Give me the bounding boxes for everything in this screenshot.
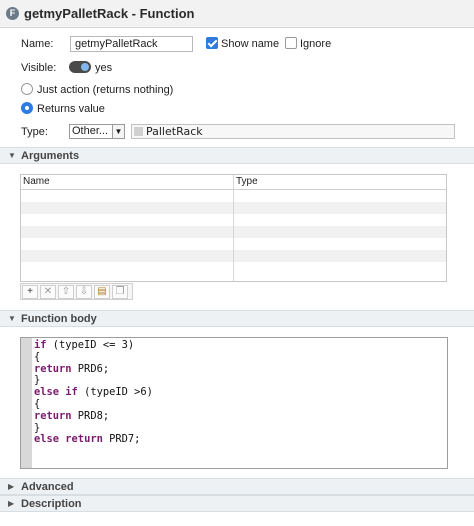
- name-input[interactable]: getmyPalletRack: [70, 36, 193, 52]
- description-section-header[interactable]: ▶ Description: [0, 495, 474, 512]
- column-type-header[interactable]: Type: [236, 176, 258, 187]
- arguments-toolbar: + ✕ ⇧ ⇩ ▤ ❐: [20, 283, 133, 300]
- description-section-title: Description: [21, 498, 82, 510]
- function-body-section-title: Function body: [21, 313, 97, 325]
- visible-label: Visible:: [21, 62, 57, 74]
- move-up-icon[interactable]: ⇧: [58, 285, 74, 299]
- expand-down-icon: ▼: [8, 151, 16, 160]
- column-name-header[interactable]: Name: [23, 176, 50, 187]
- code-line[interactable]: else return PRD7;: [34, 433, 153, 446]
- code-line[interactable]: return PRD6;: [34, 363, 153, 376]
- function-body-editor[interactable]: if (typeID <= 3){return PRD6;} else if (t…: [20, 337, 448, 469]
- returns-value-label: Returns value: [37, 103, 105, 115]
- copy-icon[interactable]: ❐: [112, 285, 128, 299]
- arguments-table[interactable]: Name Type: [20, 174, 447, 282]
- expand-right-icon: ▶: [8, 499, 15, 508]
- type-select[interactable]: Other... ▼: [69, 124, 125, 139]
- name-label: Name:: [21, 38, 54, 50]
- just-action-radio[interactable]: [21, 83, 33, 95]
- type-label: Type:: [21, 126, 48, 138]
- function-icon: F: [6, 7, 19, 20]
- title-bar: F getmyPalletRack - Function: [0, 0, 474, 28]
- ignore-label: Ignore: [300, 38, 332, 50]
- code-text[interactable]: if (typeID <= 3){return PRD6;} else if (t…: [34, 339, 153, 446]
- type-value: PalletRack: [146, 125, 203, 138]
- delete-icon[interactable]: ✕: [40, 285, 56, 299]
- window-title: getmyPalletRack - Function: [24, 6, 195, 21]
- add-icon[interactable]: +: [22, 285, 38, 299]
- chevron-down-icon: ▼: [112, 125, 124, 138]
- type-field[interactable]: PalletRack: [131, 124, 455, 139]
- arguments-section-header[interactable]: ▼ Arguments: [0, 147, 474, 164]
- code-line[interactable]: return PRD8;: [34, 410, 153, 423]
- visible-toggle[interactable]: [69, 61, 91, 73]
- advanced-section-title: Advanced: [21, 481, 74, 493]
- paste-icon[interactable]: ▤: [94, 285, 110, 299]
- move-down-icon[interactable]: ⇩: [76, 285, 92, 299]
- expand-down-icon: ▼: [8, 314, 16, 323]
- column-separator: [233, 175, 234, 281]
- advanced-section-header[interactable]: ▶ Advanced: [0, 478, 474, 495]
- type-select-value: Other...: [72, 125, 109, 137]
- expand-right-icon: ▶: [8, 482, 15, 491]
- arguments-section-title: Arguments: [21, 150, 80, 162]
- ignore-checkbox[interactable]: [285, 37, 297, 49]
- class-swatch-icon: [134, 127, 143, 136]
- show-name-label: Show name: [221, 38, 280, 50]
- function-body-section-header[interactable]: ▼ Function body: [0, 310, 474, 327]
- visible-value: yes: [95, 62, 113, 74]
- code-line[interactable]: else if (typeID >6): [34, 386, 153, 399]
- returns-value-radio[interactable]: [21, 102, 33, 114]
- show-name-checkbox[interactable]: [206, 37, 218, 49]
- code-line[interactable]: if (typeID <= 3): [34, 339, 153, 352]
- just-action-label: Just action (returns nothing): [37, 84, 174, 96]
- editor-gutter: [21, 338, 32, 468]
